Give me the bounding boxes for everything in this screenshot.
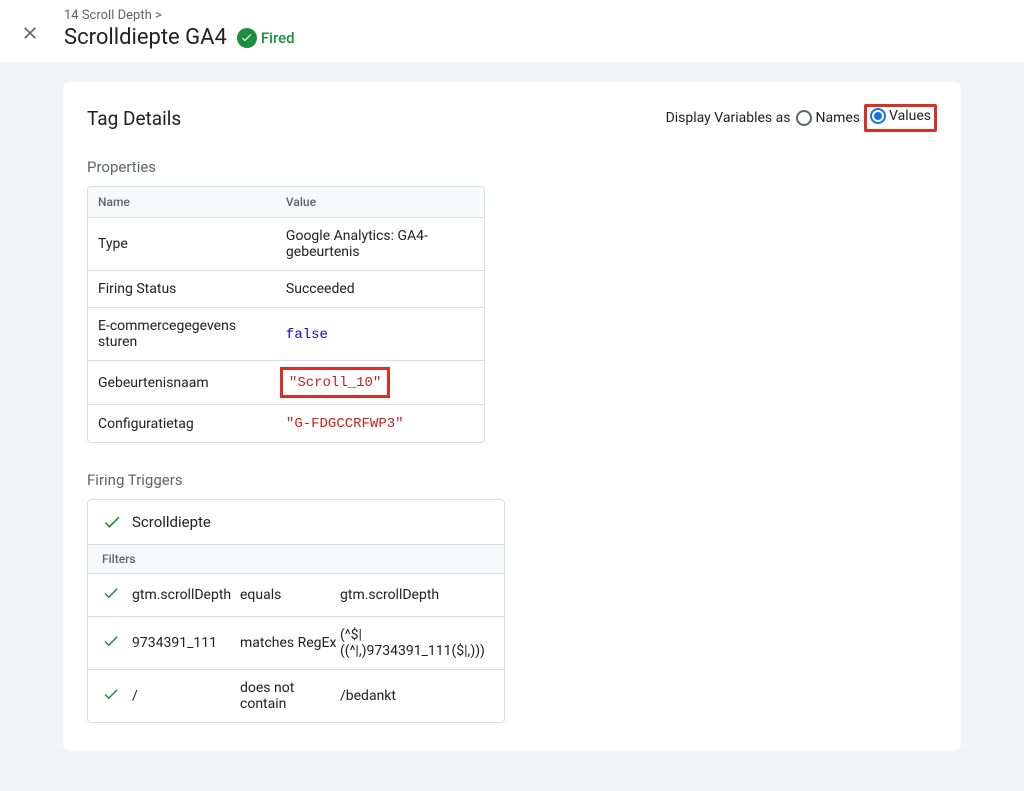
filter-operator: equals: [240, 587, 340, 603]
event-name-highlight: "Scroll_10": [280, 367, 390, 398]
fired-badge: Fired: [237, 28, 295, 48]
table-row: Configuratietag "G-FDGCCRFWP3": [88, 405, 484, 442]
card-title: Tag Details: [87, 107, 181, 130]
close-icon[interactable]: [20, 23, 40, 43]
table-row: Firing Status Succeeded: [88, 271, 484, 308]
filter-row: 9734391_111 matches RegEx (^$|((^|,)9734…: [88, 617, 504, 670]
filter-value: (^$|((^|,)9734391_111($|,))): [340, 627, 490, 659]
col-value: Value: [276, 187, 484, 218]
prop-value: Succeeded: [276, 271, 484, 308]
radio-values-label: Values: [889, 108, 931, 124]
prop-value: Google Analytics: GA4-gebeurtenis: [276, 218, 484, 271]
filters-label: Filters: [88, 544, 504, 574]
trigger-box: Scrolldiepte Filters gtm.scrollDepth equ…: [87, 499, 505, 723]
prop-name: E-commercegegevens sturen: [88, 308, 276, 361]
filter-operator: matches RegEx: [240, 635, 340, 651]
title-block: 14 Scroll Depth > Scrolldiepte GA4 Fired: [64, 8, 295, 50]
table-row: E-commercegegevens sturen false: [88, 308, 484, 361]
display-label: Display Variables as: [666, 110, 791, 126]
trigger-name: Scrolldiepte: [132, 513, 211, 531]
prop-value: "G-FDGCCRFWP3": [276, 405, 484, 442]
filter-variable: 9734391_111: [132, 635, 240, 651]
breadcrumb[interactable]: 14 Scroll Depth >: [64, 8, 295, 23]
radio-icon: [870, 108, 886, 124]
filter-row: / does not contain /bedankt: [88, 670, 504, 722]
filter-row: gtm.scrollDepth equals gtm.scrollDepth: [88, 574, 504, 617]
prop-value: "Scroll_10": [276, 361, 484, 405]
fired-label: Fired: [261, 29, 295, 47]
trigger-header: Scrolldiepte: [88, 500, 504, 544]
check-icon: [102, 584, 132, 606]
properties-section-label: Properties: [87, 158, 937, 176]
display-variables-toggle: Display Variables as Names Values: [666, 104, 937, 132]
table-row: Type Google Analytics: GA4-gebeurtenis: [88, 218, 484, 271]
check-icon: [102, 685, 132, 707]
filter-value: /bedankt: [340, 688, 490, 704]
triggers-section-label: Firing Triggers: [87, 471, 937, 489]
table-row: Gebeurtenisnaam "Scroll_10": [88, 361, 484, 405]
radio-names-label: Names: [815, 110, 860, 126]
prop-name: Type: [88, 218, 276, 271]
filter-value: gtm.scrollDepth: [340, 587, 490, 603]
values-highlight: Values: [864, 104, 937, 132]
properties-table: Name Value Type Google Analytics: GA4-ge…: [87, 186, 485, 443]
radio-icon: [796, 110, 812, 126]
check-icon: [102, 512, 122, 532]
page-title: Scrolldiepte GA4: [64, 25, 227, 50]
filter-variable: gtm.scrollDepth: [132, 587, 240, 603]
filter-operator: does not contain: [240, 680, 340, 712]
top-bar: 14 Scroll Depth > Scrolldiepte GA4 Fired: [0, 0, 1024, 62]
radio-names[interactable]: Names: [796, 110, 860, 126]
content-area: Tag Details Display Variables as Names V…: [0, 62, 1024, 791]
radio-values[interactable]: Values: [870, 108, 931, 124]
filter-variable: /: [132, 688, 240, 704]
check-circle-icon: [237, 28, 257, 48]
prop-name: Firing Status: [88, 271, 276, 308]
prop-name: Gebeurtenisnaam: [88, 361, 276, 405]
prop-name: Configuratietag: [88, 405, 276, 442]
tag-details-card: Tag Details Display Variables as Names V…: [63, 82, 961, 751]
prop-value: false: [276, 308, 484, 361]
check-icon: [102, 632, 132, 654]
col-name: Name: [88, 187, 276, 218]
